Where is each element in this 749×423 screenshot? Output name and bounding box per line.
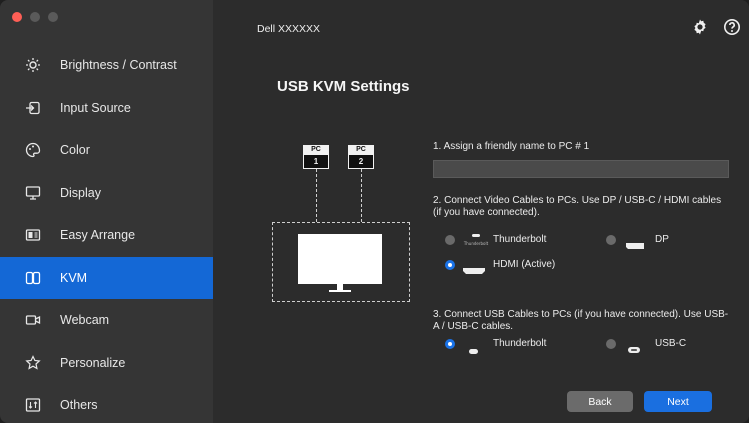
sidebar: Brightness / Contrast Input Source Color… <box>0 0 213 423</box>
help-icon[interactable] <box>723 18 741 36</box>
hdmi-port-icon <box>463 261 485 279</box>
pc-1-number: 1 <box>303 155 329 169</box>
video-hdmi-label: HDMI (Active) <box>493 259 556 270</box>
window-controls <box>12 12 58 22</box>
sidebar-item-display[interactable]: Display <box>0 172 213 215</box>
sun-icon <box>25 57 41 73</box>
pc-1-badge: PC 1 <box>303 145 329 169</box>
sidebar-item-easy-arrange[interactable]: Easy Arrange <box>0 214 213 257</box>
kvm-icon <box>25 270 41 286</box>
sidebar-item-label: Webcam <box>60 313 110 328</box>
sidebar-item-label: Color <box>60 143 90 158</box>
video-thunderbolt-label: Thunderbolt <box>493 234 547 245</box>
pc-2-label: PC <box>348 145 374 155</box>
minimize-window-button[interactable] <box>30 12 40 22</box>
sidebar-item-label: Brightness / Contrast <box>60 58 177 73</box>
sidebar-item-brightness-contrast[interactable]: Brightness / Contrast <box>0 44 213 87</box>
others-icon <box>25 397 41 413</box>
sidebar-item-others[interactable]: Others <box>0 384 213 423</box>
monitor-screen <box>298 234 382 284</box>
usb-thunderbolt-radio[interactable] <box>445 339 455 349</box>
close-window-button[interactable] <box>12 12 22 22</box>
usb-c-port-icon <box>628 340 640 358</box>
palette-icon <box>25 142 41 158</box>
zoom-window-button[interactable] <box>48 12 58 22</box>
window-title: Dell XXXXXX <box>257 23 321 35</box>
usb-thunderbolt-label: Thunderbolt <box>493 338 547 349</box>
friendly-name-input[interactable] <box>433 160 729 178</box>
back-button[interactable]: Back <box>567 391 633 412</box>
step-2-label: 2. Connect Video Cables to PCs. Use DP /… <box>433 195 722 218</box>
pc-1-label: PC <box>303 145 329 155</box>
pc-2-connection-line <box>361 169 362 222</box>
gear-icon[interactable] <box>691 18 709 36</box>
pc-2-number: 2 <box>348 155 374 169</box>
usb-thunderbolt-port-icon <box>469 341 478 359</box>
star-icon <box>25 354 41 371</box>
input-source-icon <box>25 100 41 116</box>
app-window: Brightness / Contrast Input Source Color… <box>0 0 749 423</box>
usb-c-label: USB-C <box>655 338 687 349</box>
svg-text:Thunderbolt: Thunderbolt <box>463 241 489 246</box>
video-hdmi-radio[interactable] <box>445 260 455 270</box>
sidebar-item-personalize[interactable]: Personalize <box>0 342 213 385</box>
main-panel: Dell XXXXXX USB KVM Settings PC 1 PC 2 1… <box>213 0 749 423</box>
sidebar-item-label: Easy Arrange <box>60 228 136 243</box>
pc-2-badge: PC 2 <box>348 145 374 169</box>
video-thunderbolt-radio[interactable] <box>445 235 455 245</box>
sidebar-item-label: Others <box>60 398 98 413</box>
monitor-base <box>329 290 351 292</box>
sidebar-item-label: Input Source <box>60 100 131 115</box>
monitor-diagram <box>272 222 410 302</box>
video-dp-radio[interactable] <box>606 235 616 245</box>
step-3-label: 3. Connect USB Cables to PCs (if you hav… <box>433 309 729 332</box>
sidebar-item-input-source[interactable]: Input Source <box>0 87 213 130</box>
sidebar-item-webcam[interactable]: Webcam <box>0 299 213 342</box>
step-1-label: 1. Assign a friendly name to PC # 1 <box>433 141 590 152</box>
sidebar-item-label: Personalize <box>60 355 126 370</box>
pc-1-connection-line <box>316 169 317 222</box>
sidebar-item-color[interactable]: Color <box>0 129 213 172</box>
usb-c-radio[interactable] <box>606 339 616 349</box>
thunderbolt-port-icon: Thunderbolt <box>463 233 489 252</box>
page-title: USB KVM Settings <box>277 78 410 95</box>
video-dp-label: DP <box>655 234 669 245</box>
sidebar-item-label: Display <box>60 185 101 200</box>
webcam-icon <box>25 312 41 328</box>
next-button[interactable]: Next <box>644 391 712 412</box>
sidebar-item-label: KVM <box>60 270 88 285</box>
sidebar-nav: Brightness / Contrast Input Source Color… <box>0 44 213 423</box>
monitor-icon <box>25 185 41 201</box>
sidebar-item-kvm[interactable]: KVM <box>0 256 213 299</box>
dp-port-icon <box>625 236 645 254</box>
layout-icon <box>25 227 41 243</box>
